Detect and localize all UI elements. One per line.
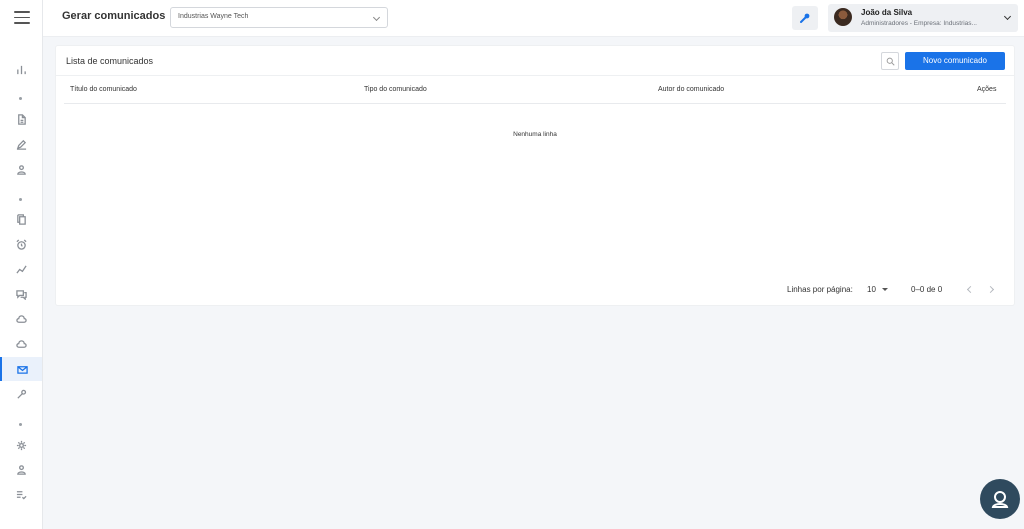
chevron-down-icon	[372, 13, 381, 22]
column-header-type[interactable]: Tipo do comunicado	[364, 86, 427, 93]
communications-card: Lista de comunicados Novo comunicado Tít…	[56, 46, 1014, 305]
list-check-icon[interactable]	[0, 482, 42, 506]
support-agent-icon	[991, 491, 1009, 508]
column-header-author[interactable]: Autor do comunicado	[658, 86, 724, 93]
divider	[56, 75, 1014, 76]
column-header-title[interactable]: Título do comunicado	[70, 86, 137, 93]
sidebar	[0, 0, 43, 529]
pagination-range: 0–0 de 0	[911, 285, 943, 294]
rows-per-page-select[interactable]: 10	[867, 285, 876, 294]
previous-page-button[interactable]	[966, 285, 975, 294]
user-menu[interactable]: João da Silva Administradores - Empresa:…	[828, 4, 1018, 32]
company-select[interactable]: Industrias Wayne Tech	[170, 7, 388, 28]
copy-icon[interactable]	[0, 207, 42, 231]
document-icon[interactable]	[0, 107, 42, 131]
person-icon[interactable]	[0, 457, 42, 481]
search-button[interactable]	[881, 52, 899, 70]
page-title: Gerar comunicados	[62, 10, 166, 22]
mail-icon[interactable]	[0, 357, 42, 381]
avatar	[834, 8, 852, 26]
support-chat-button[interactable]	[980, 479, 1020, 519]
hamburger-menu-icon[interactable]	[14, 11, 30, 25]
section-dot	[19, 423, 22, 426]
user-name: João da Silva	[861, 8, 913, 17]
rows-per-page-label: Linhas por página:	[787, 285, 853, 294]
chevron-down-icon	[1003, 12, 1012, 21]
person-icon[interactable]	[0, 157, 42, 181]
top-header: Gerar comunicados Industrias Wayne Tech …	[43, 0, 1024, 37]
chat-icon[interactable]	[0, 282, 42, 306]
company-select-value: Industrias Wayne Tech	[178, 13, 249, 20]
table-header-divider	[64, 103, 1006, 104]
section-dot	[19, 198, 22, 201]
pen-icon[interactable]	[0, 132, 42, 156]
search-icon	[886, 57, 895, 66]
user-role: Administradores - Empresa: Industrias...	[861, 20, 977, 27]
next-page-button[interactable]	[986, 285, 995, 294]
wrench-icon[interactable]	[0, 382, 42, 406]
bar-chart-icon[interactable]	[0, 57, 42, 81]
tools-button[interactable]	[792, 6, 818, 30]
cloud-icon[interactable]	[0, 307, 42, 331]
empty-table-message: Nenhuma linha	[513, 131, 557, 138]
card-title: Lista de comunicados	[66, 56, 154, 66]
wrench-icon	[800, 13, 810, 23]
trend-icon[interactable]	[0, 257, 42, 281]
alarm-icon[interactable]	[0, 232, 42, 256]
gear-icon[interactable]	[0, 433, 42, 457]
section-dot	[19, 97, 22, 100]
column-header-actions: Ações	[977, 86, 997, 93]
new-communication-button[interactable]: Novo comunicado	[905, 52, 1005, 70]
caret-down-icon[interactable]	[882, 288, 888, 291]
cloud-icon[interactable]	[0, 332, 42, 356]
